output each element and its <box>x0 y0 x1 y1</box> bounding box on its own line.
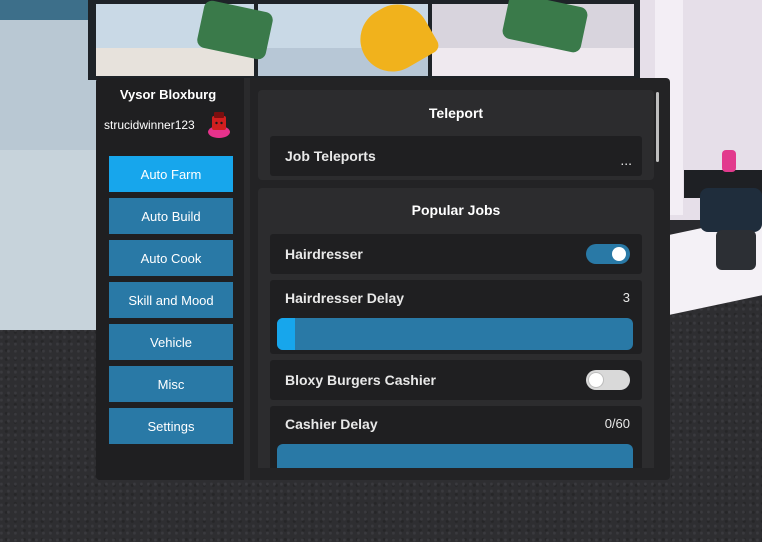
content-scrollbar[interactable] <box>656 92 659 162</box>
sidebar-item-auto-farm[interactable]: Auto Farm <box>109 156 233 192</box>
slider-fill <box>277 318 295 350</box>
hairdresser-toggle[interactable] <box>586 244 630 264</box>
sidebar-item-misc[interactable]: Misc <box>109 366 233 402</box>
bloxy-cashier-label: Bloxy Burgers Cashier <box>285 372 436 388</box>
sidebar: Vysor Bloxburg strucidwinner123 Auto Far… <box>96 78 244 480</box>
bloxy-cashier-toggle[interactable] <box>586 370 630 390</box>
hairdresser-delay-slider[interactable] <box>277 318 633 350</box>
sidebar-item-auto-build[interactable]: Auto Build <box>109 198 233 234</box>
left-room-floor <box>0 150 100 330</box>
salon-chair-base <box>716 230 756 270</box>
salon-chair <box>700 188 762 232</box>
content-panel[interactable]: Teleport Job Teleports ... Popular Jobs … <box>250 78 670 468</box>
hairdresser-delay-label: Hairdresser Delay <box>285 290 405 306</box>
cashier-delay-row: Cashier Delay 0/60 <box>270 406 642 468</box>
hairdresser-label: Hairdresser <box>285 246 363 262</box>
left-wall-sign <box>0 0 100 20</box>
sidebar-item-skill-and-mood[interactable]: Skill and Mood <box>109 282 233 318</box>
street-view <box>432 48 634 76</box>
job-teleports-dropdown[interactable]: Job Teleports ... <box>270 136 642 176</box>
hairdresser-delay-value: 3 <box>622 290 630 305</box>
sidebar-item-settings[interactable]: Settings <box>109 408 233 444</box>
hairdresser-delay-row: Hairdresser Delay 3 <box>270 280 642 354</box>
bloxy-cashier-row: Bloxy Burgers Cashier <box>270 360 642 400</box>
sidebar-item-auto-cook[interactable]: Auto Cook <box>109 240 233 276</box>
popular-jobs-title: Popular Jobs <box>411 202 501 218</box>
username-label: strucidwinner123 <box>104 118 195 132</box>
cheat-gui-window: Vysor Bloxburg strucidwinner123 Auto Far… <box>96 78 670 480</box>
app-title: Vysor Bloxburg <box>119 87 217 102</box>
teleport-title: Teleport <box>428 105 484 121</box>
job-teleports-label: Job Teleports <box>285 148 376 164</box>
popular-jobs-section: Popular Jobs Hairdresser Hairdresser Del… <box>258 188 654 468</box>
ellipsis-icon: ... <box>620 152 632 168</box>
hairdresser-row: Hairdresser <box>270 234 642 274</box>
cashier-delay-slider[interactable] <box>277 444 633 468</box>
cashier-delay-label: Cashier Delay <box>285 416 378 432</box>
avatar-icon <box>207 110 231 138</box>
pink-bottle <box>722 150 736 172</box>
cashier-delay-value: 0/60 <box>604 416 630 431</box>
toggle-knob <box>589 373 603 387</box>
sidebar-item-vehicle[interactable]: Vehicle <box>109 324 233 360</box>
teleport-section: Teleport Job Teleports ... <box>258 90 654 180</box>
toggle-knob <box>612 247 626 261</box>
